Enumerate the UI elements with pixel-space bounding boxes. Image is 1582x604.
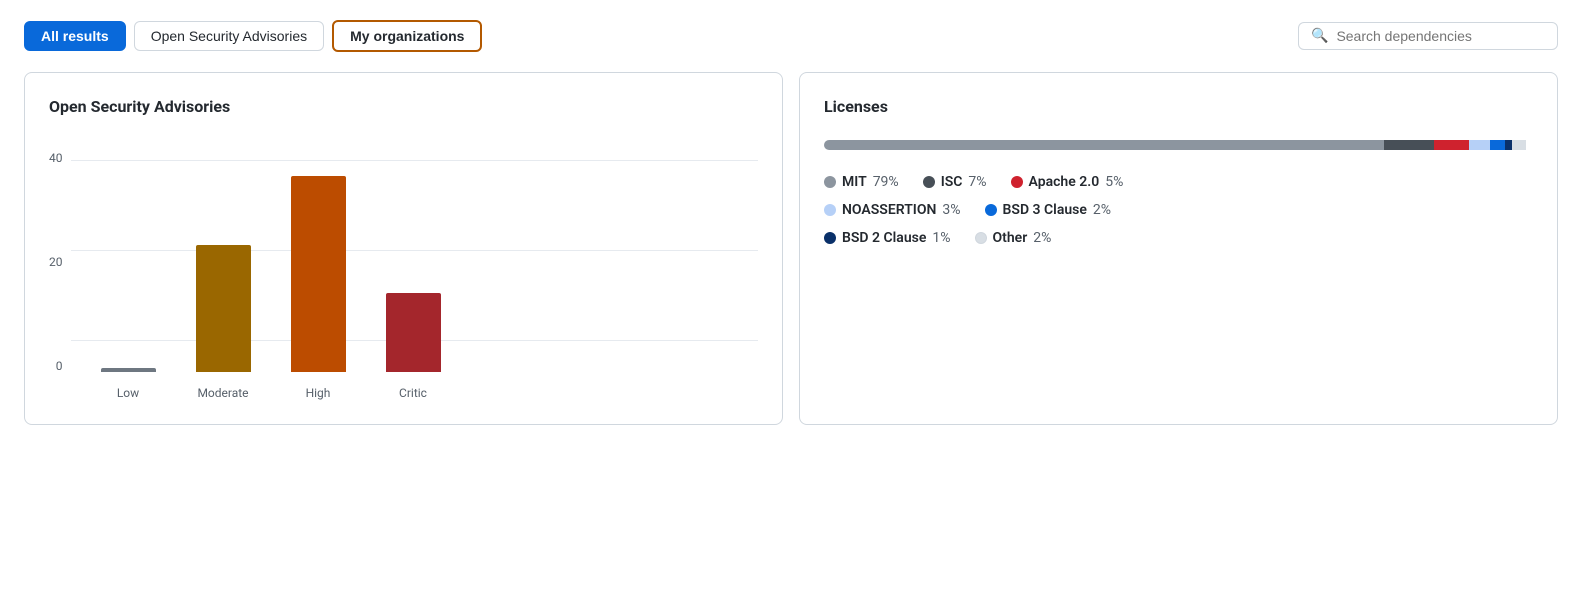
- y-label-20: 20: [49, 256, 63, 268]
- search-icon: 🔍: [1311, 28, 1328, 44]
- bar-moderate: [196, 245, 251, 372]
- bar-bsd3: [1490, 140, 1504, 150]
- other-name: Other: [993, 230, 1028, 246]
- bar-isc: [1384, 140, 1434, 150]
- legend-apache: Apache 2.0 5%: [1011, 174, 1124, 190]
- mit-dot: [824, 176, 836, 188]
- isc-dot: [923, 176, 935, 188]
- apache-name: Apache 2.0: [1029, 174, 1100, 190]
- bar-apache: [1434, 140, 1469, 150]
- y-axis: 40 20 0: [49, 152, 71, 372]
- x-label-critic: Critic: [386, 386, 441, 400]
- license-bar: [824, 140, 1533, 150]
- noassertion-pct: 3%: [942, 202, 960, 218]
- x-label-high: High: [291, 386, 346, 400]
- all-results-tab[interactable]: All results: [24, 21, 126, 51]
- bar-low: [101, 368, 156, 372]
- noassertion-name: NOASSERTION: [842, 202, 936, 218]
- legend-mit: MIT 79%: [824, 174, 899, 190]
- security-advisories-card: Open Security Advisories 40 20 0: [24, 72, 783, 425]
- legend-row-3: BSD 2 Clause 1% Other 2%: [824, 230, 1533, 246]
- bar-chart: 40 20 0: [49, 140, 758, 400]
- x-label-moderate: Moderate: [196, 386, 251, 400]
- other-dot: [975, 232, 987, 244]
- x-label-low: Low: [101, 386, 156, 400]
- bsd3-pct: 2%: [1093, 202, 1111, 218]
- other-pct: 2%: [1033, 230, 1051, 246]
- open-security-tab[interactable]: Open Security Advisories: [134, 21, 324, 51]
- bar-high: [291, 176, 346, 372]
- apache-dot: [1011, 176, 1023, 188]
- bsd2-name: BSD 2 Clause: [842, 230, 926, 246]
- bar-critic: [386, 293, 441, 372]
- legend-noassertion: NOASSERTION 3%: [824, 202, 961, 218]
- bar-mit: [824, 140, 1384, 150]
- legend-other: Other 2%: [975, 230, 1052, 246]
- bsd3-dot: [985, 204, 997, 216]
- top-bar: All results Open Security Advisories My …: [24, 20, 1558, 52]
- licenses-title: Licenses: [824, 97, 1533, 116]
- legend-row-1: MIT 79% ISC 7% Apache 2.0 5%: [824, 174, 1533, 190]
- license-bar-container: [824, 140, 1533, 150]
- security-chart-title: Open Security Advisories: [49, 97, 758, 116]
- legend-row-2: NOASSERTION 3% BSD 3 Clause 2%: [824, 202, 1533, 218]
- licenses-card: Licenses MIT 79%: [799, 72, 1558, 425]
- y-label-40: 40: [49, 152, 63, 164]
- noassertion-dot: [824, 204, 836, 216]
- search-input[interactable]: [1336, 28, 1545, 44]
- isc-pct: 7%: [968, 174, 986, 190]
- bar-noassertion: [1469, 140, 1490, 150]
- apache-pct: 5%: [1105, 174, 1123, 190]
- y-label-0: 0: [56, 360, 63, 372]
- bar-other: [1512, 140, 1526, 150]
- isc-name: ISC: [941, 174, 963, 190]
- legend-bsd3: BSD 3 Clause 2%: [985, 202, 1112, 218]
- mit-name: MIT: [842, 174, 867, 190]
- license-legend: MIT 79% ISC 7% Apache 2.0 5% NOA: [824, 174, 1533, 246]
- bar-bsd2: [1505, 140, 1512, 150]
- search-box: 🔍: [1298, 22, 1558, 50]
- cards-row: Open Security Advisories 40 20 0: [24, 72, 1558, 425]
- bsd2-dot: [824, 232, 836, 244]
- legend-bsd2: BSD 2 Clause 1%: [824, 230, 951, 246]
- legend-isc: ISC 7%: [923, 174, 987, 190]
- bsd3-name: BSD 3 Clause: [1003, 202, 1087, 218]
- bsd2-pct: 1%: [932, 230, 950, 246]
- mit-pct: 79%: [873, 174, 899, 190]
- my-organizations-tab[interactable]: My organizations: [332, 20, 482, 52]
